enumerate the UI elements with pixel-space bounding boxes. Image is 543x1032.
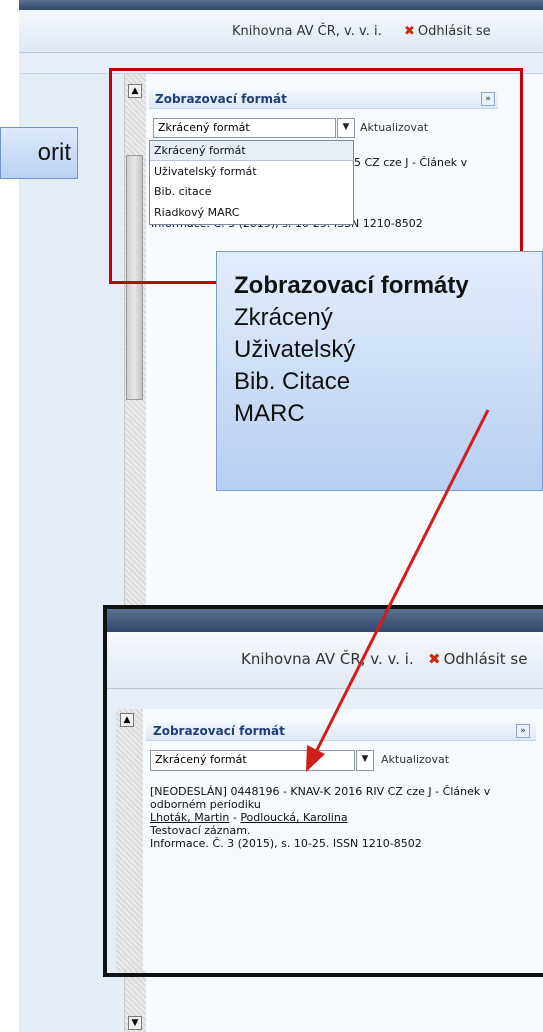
callout-item: Bib. Citace bbox=[234, 368, 351, 395]
callout-item: Uživatelský bbox=[234, 336, 356, 363]
formats-callout: Zobrazovací formáty Zkrácený Uživatelský… bbox=[216, 251, 543, 491]
inset-frame bbox=[103, 605, 543, 977]
close-icon: ✖ bbox=[404, 24, 415, 39]
logout-link[interactable]: ✖ Odhlásit se bbox=[404, 24, 491, 39]
library-name: Knihovna AV ČR, v. v. i. bbox=[232, 24, 382, 39]
callout-item: Zkrácený bbox=[234, 304, 333, 331]
logout-label: Odhlásit se bbox=[417, 24, 491, 39]
callout-item: MARC bbox=[234, 400, 305, 427]
scroll-down-button[interactable]: ▼ bbox=[128, 1016, 142, 1030]
callout-title: Zobrazovací formáty bbox=[234, 272, 469, 299]
left-callout: orit bbox=[0, 127, 78, 179]
app-top-bar bbox=[19, 0, 543, 10]
